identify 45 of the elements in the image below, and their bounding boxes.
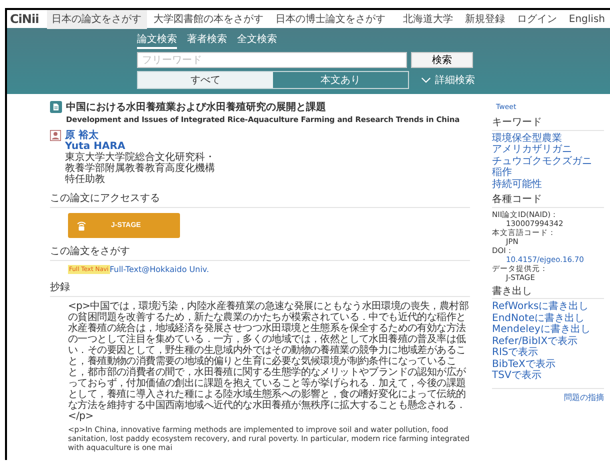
chevron-down-icon xyxy=(421,76,431,84)
section-heading: この論文にアクセスする xyxy=(50,191,470,208)
keyword-link[interactable]: アメリカザリガニ xyxy=(492,144,572,156)
search-tab[interactable]: 論文検索 xyxy=(137,32,177,49)
advanced-search-link[interactable]: 詳細検索 xyxy=(435,73,475,87)
abstract-paragraph: <p>中国では，環境汚染，内陸水産養殖業の急速な発展にともなう水田環境の喪失，農村部の貧困問題を改善するため，新たな農業のかたちが模索されている．中でも近代的な稲作と水産養殖の統合は，地域経済を発展させつつ水田環境と生態系を保全するための有効な方法の一つとして注目を集めている．一方，多くの地域では，依然として水田養殖の普及率は低い．その要因として，野生種の生息域内外ではその動物の養殖業の競争力に地域差があること，養殖動物の消費需要の地域的偏りと生育に必要な気候環境が制約条件になっていること，都市部の消費者の間で，水田養殖に関する生態学的なメリットやブランドの認知が広がっておらず，付加価値の創出に課題を抱えていること等が挙げられる．加えて，今後の課題として，養殖に導入された種による陸水域生態系への影響と，食の嗜好変化によって伝統的な方法を維持する中国西南地域へ近代的な水田養殖が無秩序に拡大することも懸念される．</p> xyxy=(68,301,470,422)
fulltext-link[interactable]: Full-Text@Hokkaido Univ. xyxy=(110,265,210,274)
header-link[interactable]: 新規登録 xyxy=(460,12,510,26)
filter-toggle[interactable]: 本文あり xyxy=(273,72,408,88)
nav-tab[interactable]: 日本の論文をさがす xyxy=(46,10,147,29)
header-link[interactable]: ログイン xyxy=(512,12,562,26)
keyword-link[interactable]: 稲作 xyxy=(492,167,512,178)
author-link[interactable]: 原 裕太 xyxy=(65,130,98,141)
export-link[interactable]: BibTeXで表示 xyxy=(492,358,556,370)
export-link[interactable]: RefWorksに書き出し xyxy=(492,301,589,312)
search-button[interactable]: 検索 xyxy=(411,52,473,68)
report-link[interactable]: 問題の指摘 xyxy=(564,392,604,403)
export-link[interactable]: Mendeleyに書き出し xyxy=(492,324,590,336)
logo[interactable]: CiNii xyxy=(7,12,45,26)
export-link[interactable]: Refer/BibIXで表示 xyxy=(492,336,578,347)
affiliation-text: 東京大学大学院総合文化研究科・教養学部附属教養教育高度化機構特任助教 xyxy=(65,152,215,185)
keyword-link[interactable]: 環境保全型農業 xyxy=(492,132,562,144)
export-link[interactable]: RISで表示 xyxy=(492,347,538,358)
search-tab[interactable]: 著者検索 xyxy=(187,32,227,49)
section-heading: 抄録 xyxy=(50,280,470,297)
section-heading: この論文をさがす xyxy=(50,244,470,261)
title-japanese: 中国における水田養殖業および水田養殖研究の展開と課題 xyxy=(66,100,327,114)
filter-toggle[interactable]: すべて xyxy=(138,72,273,88)
person-icon xyxy=(50,130,61,141)
header-link[interactable]: 北海道大学 xyxy=(398,12,458,26)
export-link[interactable]: EndNoteに書き出し xyxy=(492,312,585,324)
lock-wifi-icon xyxy=(76,220,87,231)
export-link[interactable]: TSVで表示 xyxy=(492,370,542,382)
author-link[interactable]: Yuta HARA xyxy=(65,141,126,152)
sidebar-heading: 書き出し xyxy=(492,286,604,299)
document-icon xyxy=(50,101,62,113)
keyword-link[interactable]: 持続可能性 xyxy=(492,178,542,190)
sidebar-heading: キーワード xyxy=(492,117,604,130)
sidebar-heading: 各種コード xyxy=(492,194,604,208)
search-tab[interactable]: 全文検索 xyxy=(237,32,277,49)
nav-tab[interactable]: 日本の博士論文をさがす xyxy=(270,10,391,29)
keyword-link[interactable]: チュウゴクモクズガニ xyxy=(492,156,592,167)
header-link[interactable]: English xyxy=(564,14,610,24)
nav-tab[interactable]: 大学図書館の本をさがす xyxy=(148,10,269,29)
search-field[interactable]: フリーワード xyxy=(137,52,407,68)
